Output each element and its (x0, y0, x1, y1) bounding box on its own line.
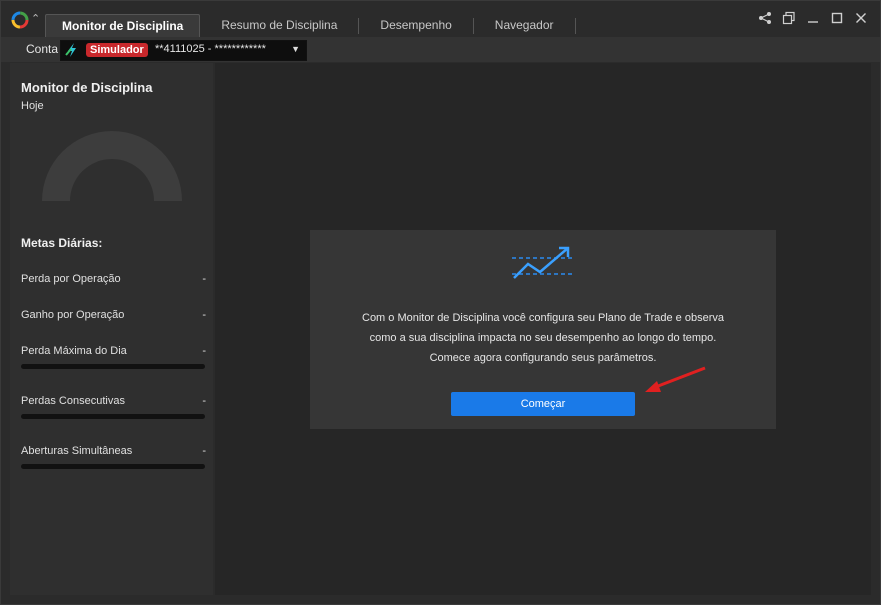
account-label: Conta (26, 42, 59, 56)
chevron-up-icon[interactable]: ⌃ (31, 13, 43, 25)
window-controls (758, 11, 868, 25)
goal-label: Aberturas Simultâneas (21, 445, 133, 457)
tab-monitor-disciplina[interactable]: Monitor de Disciplina (45, 14, 201, 38)
tab-bar: Monitor de Disciplina Resumo de Discipli… (45, 14, 576, 38)
minimize-icon[interactable] (806, 11, 820, 25)
share-icon[interactable] (758, 11, 772, 25)
goal-value: - (202, 345, 206, 357)
tab-navegador[interactable]: Navegador (474, 14, 575, 37)
maximize-icon[interactable] (830, 11, 844, 25)
tab-desempenho[interactable]: Desempenho (359, 14, 472, 37)
lightning-icon (65, 43, 76, 57)
app-window: ⌃ Monitor de Disciplina Resumo de Discip… (0, 0, 881, 605)
goal-perda-operacao: Perda por Operação - (21, 273, 206, 285)
goals-title: Metas Diárias: (21, 236, 103, 250)
goal-ganho-operacao: Ganho por Operação - (21, 309, 206, 321)
description-line: Com o Monitor de Disciplina você configu… (362, 312, 724, 324)
goal-label: Ganho por Operação (21, 309, 125, 321)
description-line: como a sua disciplina impacta no seu des… (369, 332, 717, 344)
goal-label: Perda Máxima do Dia (21, 345, 127, 357)
goal-perda-maxima-dia: Perda Máxima do Dia - (21, 345, 206, 357)
account-dropdown[interactable]: Simulador **4111025 - ************ ▼ (60, 40, 307, 61)
trend-chart-icon (512, 246, 574, 279)
onboarding-description: Com o Monitor de Disciplina você configu… (310, 308, 776, 368)
onboarding-card: Com o Monitor de Disciplina você configu… (310, 230, 776, 429)
simulator-badge: Simulador (86, 43, 148, 57)
goal-value: - (202, 273, 206, 285)
goal-progress-bar (21, 464, 205, 469)
app-logo-icon[interactable] (11, 11, 29, 29)
goal-progress-bar (21, 414, 205, 419)
goal-label: Perda por Operação (21, 273, 121, 285)
title-bar: ⌃ Monitor de Disciplina Resumo de Discip… (1, 1, 880, 38)
tab-divider (574, 18, 576, 34)
period-label: Hoje (21, 100, 44, 112)
discipline-gauge (42, 131, 182, 201)
goal-value: - (202, 309, 206, 321)
red-arrow-annotation (645, 366, 706, 392)
close-icon[interactable] (854, 11, 868, 25)
main-content: Com o Monitor de Disciplina você configu… (215, 63, 871, 595)
account-number: **4111025 - ************ (155, 43, 266, 55)
goal-value: - (202, 445, 206, 457)
tab-resumo-disciplina[interactable]: Resumo de Disciplina (200, 14, 358, 37)
discipline-sidebar: Monitor de Disciplina Hoje Metas Diárias… (10, 63, 213, 595)
goal-progress-bar (21, 364, 205, 369)
start-button[interactable]: Começar (451, 392, 635, 416)
goal-perdas-consecutivas: Perdas Consecutivas - (21, 395, 206, 407)
chevron-down-icon[interactable]: ▼ (291, 44, 300, 54)
goal-aberturas-simultaneas: Aberturas Simultâneas - (21, 445, 206, 457)
panel-title: Monitor de Disciplina (21, 80, 153, 95)
popout-icon[interactable] (782, 11, 796, 25)
goal-value: - (202, 395, 206, 407)
account-bar: Conta Simulador **4111025 - ************… (1, 37, 880, 62)
goal-label: Perdas Consecutivas (21, 395, 125, 407)
